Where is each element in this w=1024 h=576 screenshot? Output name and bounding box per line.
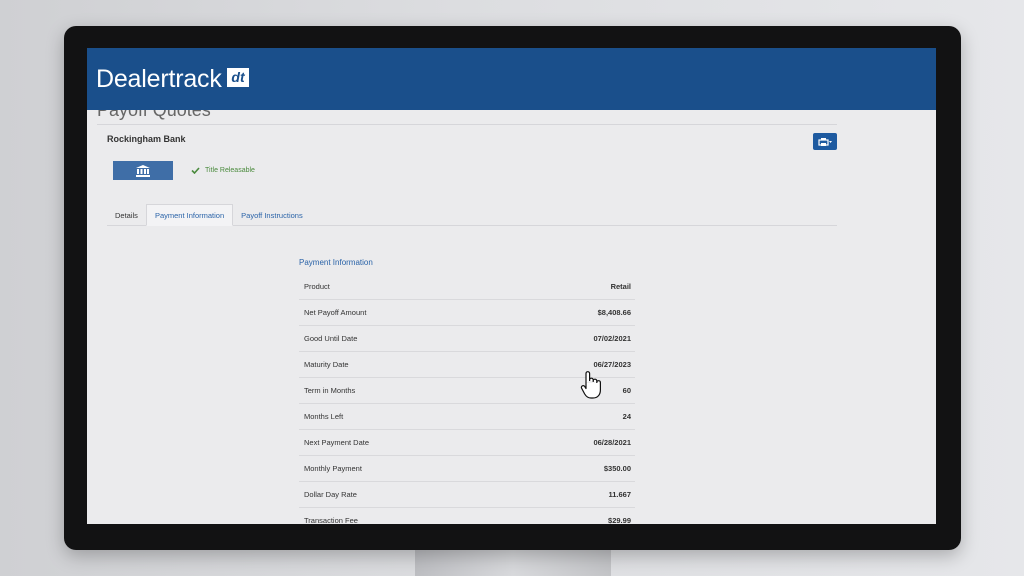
row-value: $350.00 — [603, 464, 631, 473]
table-row: Monthly Payment $350.00 — [299, 456, 635, 482]
brand-bar-overlay: Dealertrack dt — [87, 48, 936, 110]
row-value: Retail — [610, 282, 631, 291]
row-value: 06/27/2023 — [593, 360, 631, 369]
print-button[interactable] — [813, 133, 837, 150]
row-value: 60 — [622, 386, 631, 395]
table-row: Months Left 24 — [299, 404, 635, 430]
row-label: Transaction Fee — [304, 516, 358, 524]
lender-name: Rockingham Bank — [107, 134, 186, 144]
table-row: Product Retail — [299, 274, 635, 300]
row-value: 07/02/2021 — [593, 334, 631, 343]
table-row: Transaction Fee $29.99 — [299, 508, 635, 524]
table-row: Net Payoff Amount $8,408.66 — [299, 300, 635, 326]
title-status-label: Title Releasable — [205, 167, 255, 174]
printer-icon — [818, 137, 832, 146]
check-icon — [191, 167, 200, 174]
table-row: Good Until Date 07/02/2021 — [299, 326, 635, 352]
bank-icon — [136, 164, 150, 177]
row-label: Monthly Payment — [304, 464, 362, 473]
row-value: $29.99 — [608, 516, 631, 524]
hand-pointer-icon — [580, 371, 601, 399]
brand-logo-overlay-icon: dt — [227, 68, 249, 87]
table-row: Dollar Day Rate 11.667 — [299, 482, 635, 508]
title-status: Title Releasable — [191, 167, 255, 174]
brand-name-overlay: Dealertrack — [96, 65, 222, 93]
tab-bar: Details Payment Information Payoff Instr… — [107, 204, 837, 226]
row-label: Dollar Day Rate — [304, 490, 357, 499]
tab-details[interactable]: Details — [107, 205, 146, 225]
row-label: Maturity Date — [304, 360, 349, 369]
row-label: Term in Months — [304, 386, 356, 395]
table-row: Next Payment Date 06/28/2021 — [299, 430, 635, 456]
row-label: Next Payment Date — [304, 438, 370, 447]
row-label: Good Until Date — [304, 334, 358, 343]
row-label: Net Payoff Amount — [304, 308, 367, 317]
row-value: 11.667 — [608, 490, 631, 499]
row-value: 06/28/2021 — [593, 438, 631, 447]
monitor-stand — [415, 548, 611, 576]
payoff-card: Rockingham Bank Title Releasable Details… — [97, 124, 837, 524]
row-value: 24 — [622, 412, 631, 421]
tab-payment-information[interactable]: Payment Information — [145, 204, 234, 226]
row-label: Product — [304, 282, 330, 291]
lender-badge — [113, 161, 173, 180]
app-screen: Dealertrack dt Payoff Quotes Dealertrack… — [87, 48, 936, 524]
section-title: Payment Information — [299, 258, 373, 267]
row-label: Months Left — [304, 412, 344, 421]
row-value: $8,408.66 — [597, 308, 631, 317]
tab-payoff-instructions[interactable]: Payoff Instructions — [233, 205, 311, 225]
